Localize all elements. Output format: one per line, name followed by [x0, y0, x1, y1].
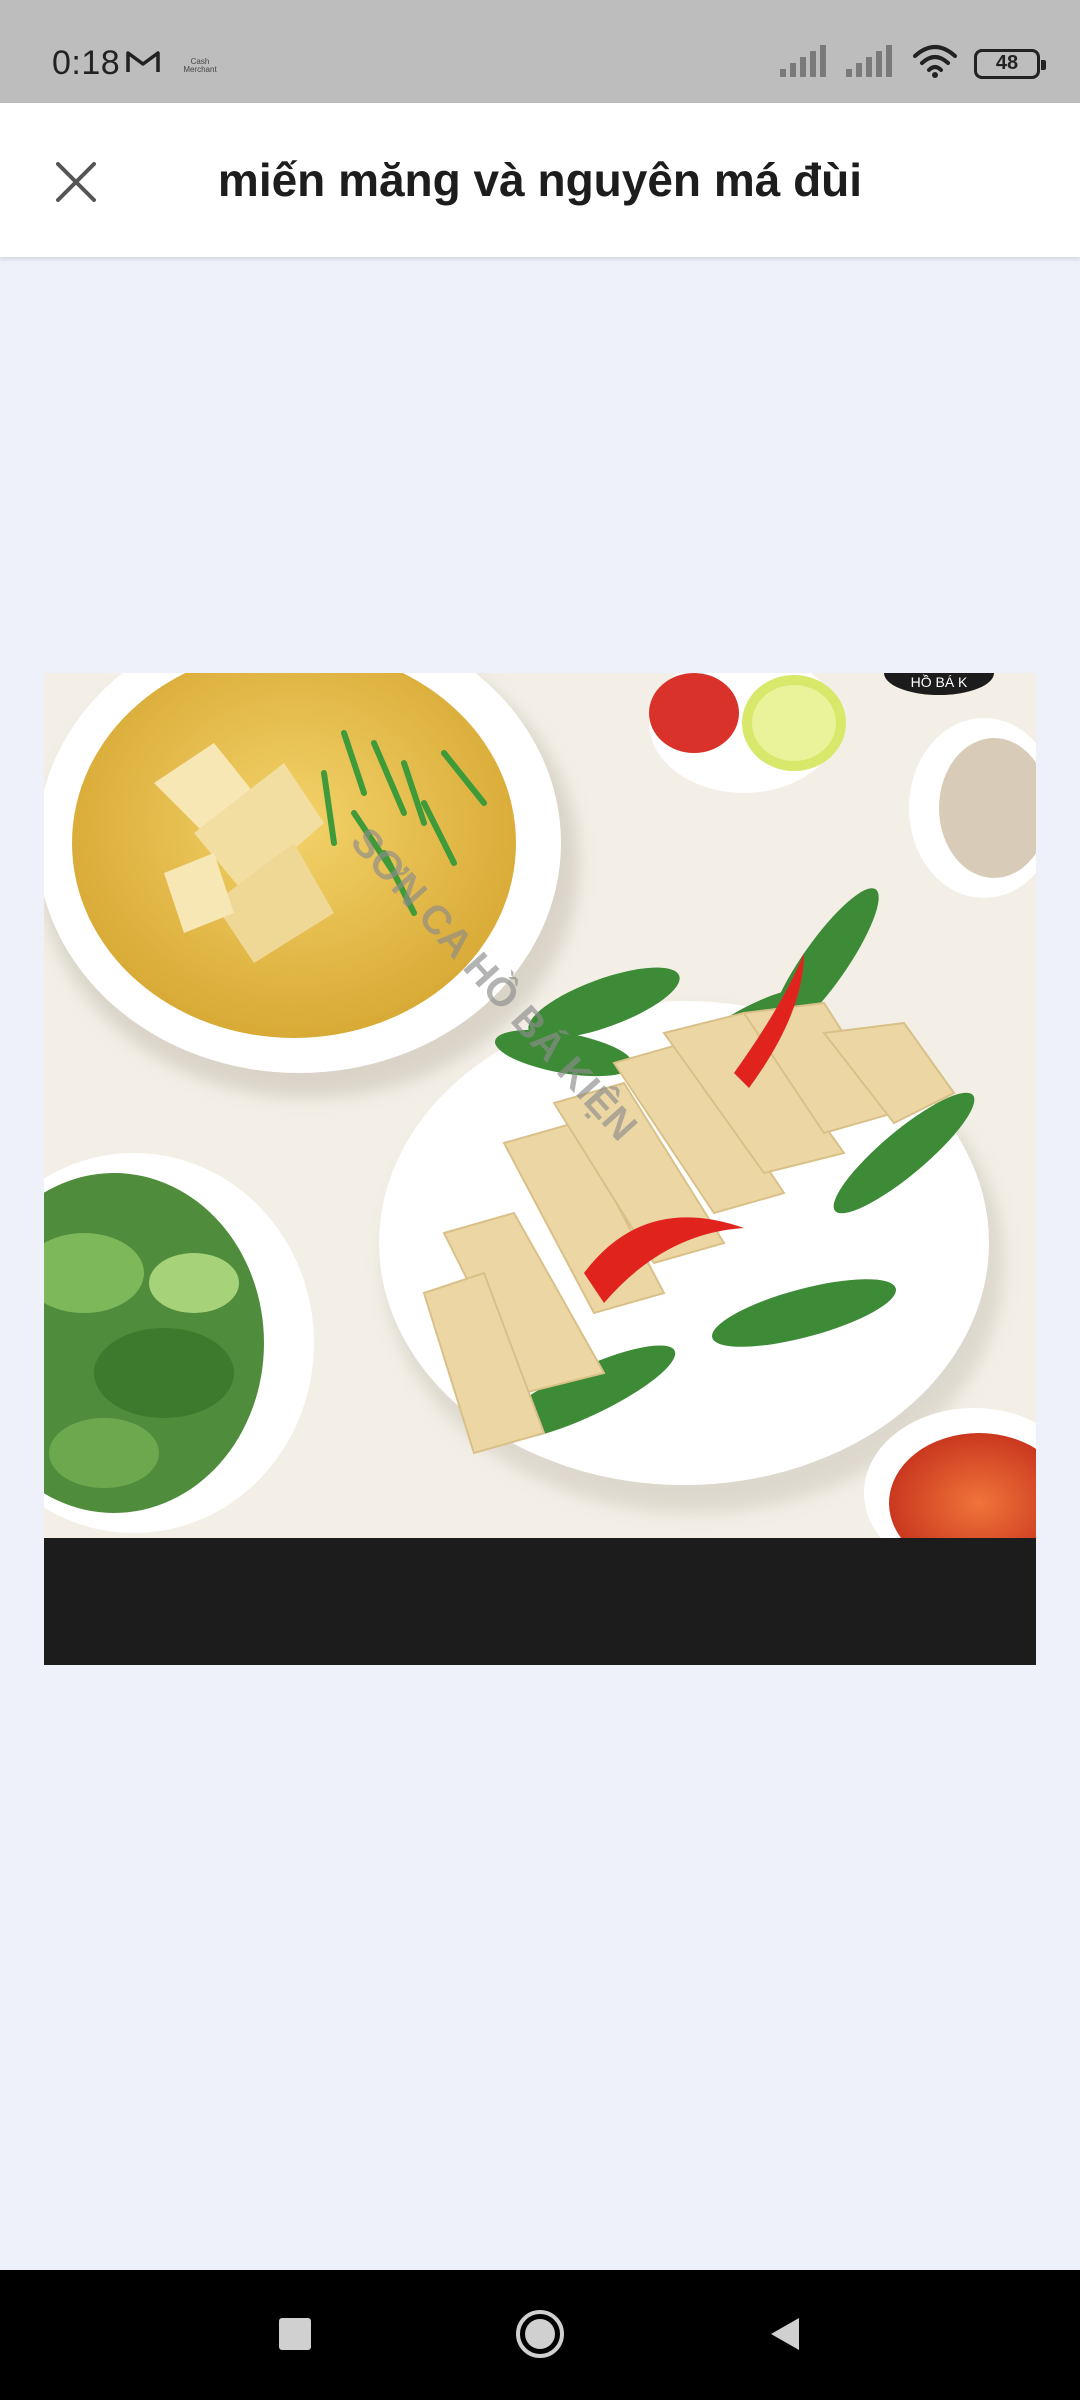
navigation-bar — [0, 2270, 1080, 2400]
status-time: 0:18 — [52, 44, 121, 82]
status-icons: 48 — [780, 44, 1046, 83]
home-icon — [514, 2308, 566, 2365]
page-title: miến măng và nguyên má đùi — [217, 154, 863, 206]
badge-text: HỒ BÁ K — [911, 673, 968, 690]
signal-icon — [846, 45, 896, 82]
wifi-icon — [912, 44, 958, 83]
header: miến măng và nguyên má đùi — [0, 103, 1080, 257]
back-button[interactable] — [755, 2306, 815, 2366]
food-photo: HỒ BÁ K SƠN CA HỒ BÁ KIỆN — [44, 673, 1036, 1538]
image-viewer[interactable]: HỒ BÁ K SƠN CA HỒ BÁ KIỆN — [44, 673, 1036, 1665]
status-bar: 0:18 Cash Merchant 48 — [0, 0, 1080, 103]
battery-icon: 48 — [974, 48, 1046, 79]
gmail-icon — [126, 50, 160, 79]
battery-level: 48 — [995, 52, 1019, 74]
recents-button[interactable] — [265, 2306, 325, 2366]
back-icon — [765, 2314, 805, 2359]
home-button[interactable] — [510, 2306, 570, 2366]
recents-icon — [277, 2316, 313, 2357]
notification-small-text: Cash Merchant — [183, 57, 217, 74]
signal-icon — [780, 45, 830, 82]
